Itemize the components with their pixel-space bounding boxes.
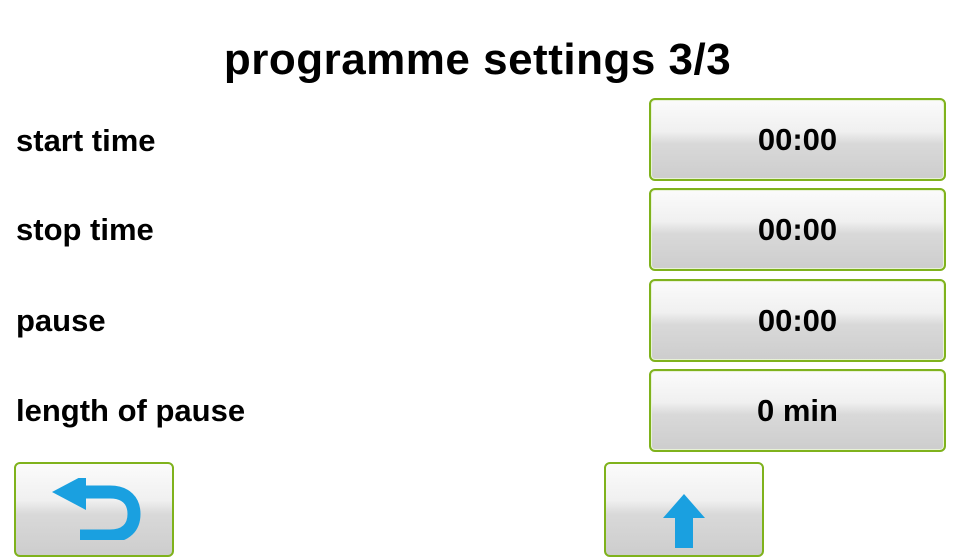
scroll-up-button[interactable]: [604, 462, 764, 557]
length-of-pause-label: length of pause: [16, 393, 246, 428]
return-arrow-icon: [52, 478, 141, 540]
start-time-label: start time: [16, 123, 156, 158]
stop-time-button[interactable]: 00:00: [649, 188, 946, 271]
back-button[interactable]: [14, 462, 174, 557]
stop-time-label: stop time: [16, 212, 154, 247]
start-time-value: 00:00: [757, 121, 838, 157]
pause-button[interactable]: 00:00: [649, 279, 946, 362]
start-time-button[interactable]: 00:00: [649, 98, 946, 181]
length-of-pause-button[interactable]: 0 min: [649, 369, 946, 452]
length-of-pause-value: 0 min: [757, 392, 838, 428]
stop-time-value: 00:00: [757, 211, 838, 247]
page-title: programme settings 3/3: [223, 35, 732, 84]
arrow-up-icon: [663, 494, 705, 548]
pause-label: pause: [16, 303, 106, 338]
pause-value: 00:00: [757, 302, 838, 338]
